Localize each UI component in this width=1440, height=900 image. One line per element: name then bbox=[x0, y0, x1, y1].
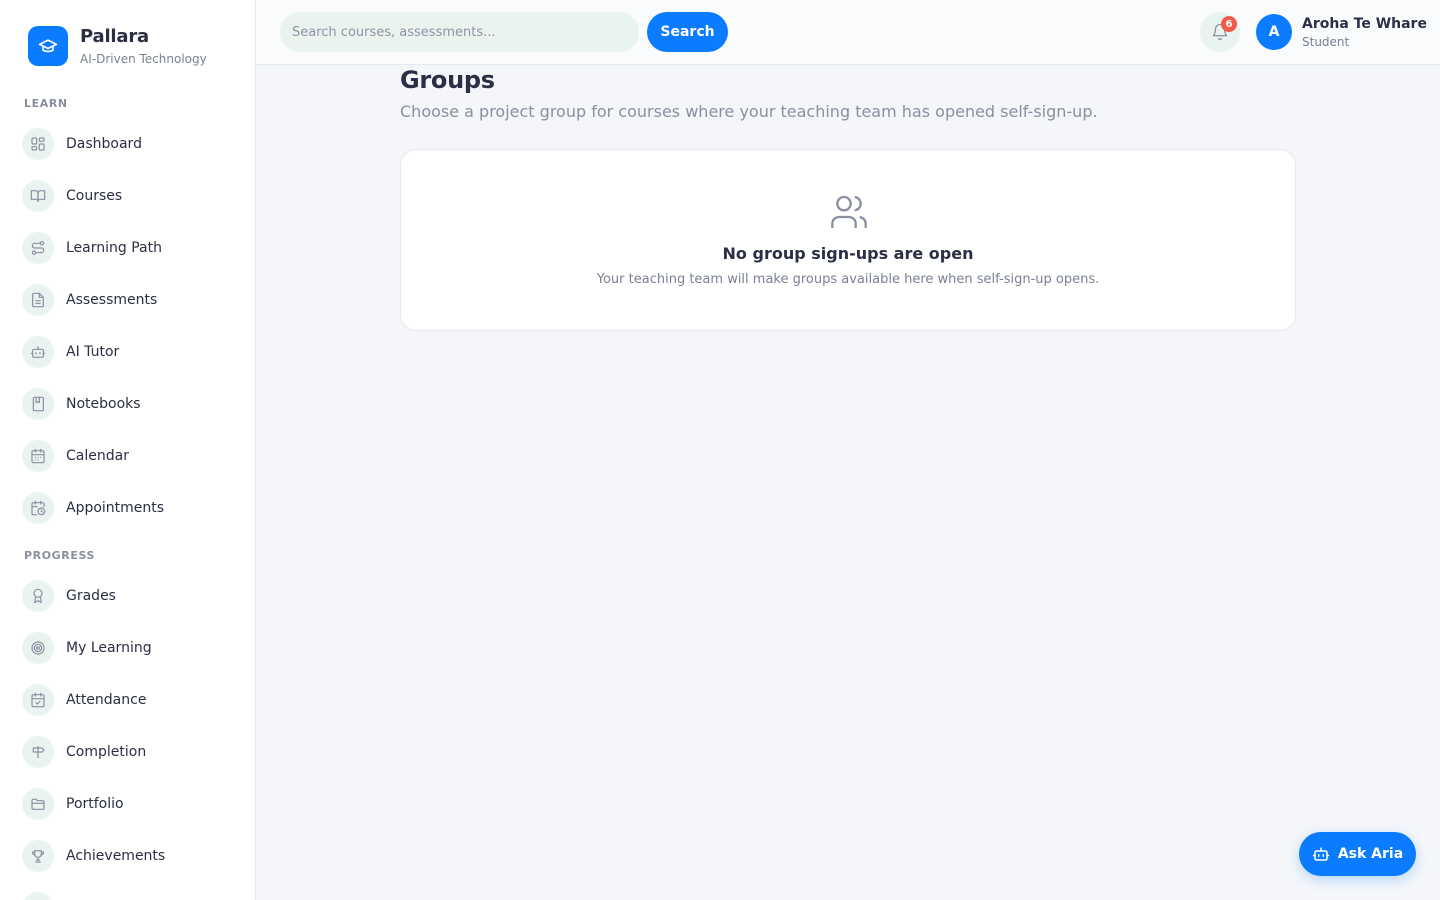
empty-state-card: No group sign-ups are open Your teaching… bbox=[400, 149, 1296, 331]
sidebar-item-label: Completion bbox=[66, 744, 147, 760]
calendar-check-icon bbox=[22, 684, 54, 716]
section-label-learn: LEARN bbox=[24, 97, 68, 110]
sidebar-item-label: Portfolio bbox=[66, 796, 124, 812]
notification-count-badge: 6 bbox=[1221, 16, 1237, 32]
sidebar-item-completion[interactable]: Completion bbox=[22, 735, 242, 769]
calendar-clock-icon bbox=[22, 492, 54, 524]
sidebar-item-appointments[interactable]: Appointments bbox=[22, 491, 242, 525]
brand-tagline: AI-Driven Technology bbox=[80, 52, 207, 66]
robot-icon bbox=[1312, 847, 1330, 861]
sidebar-item-label: Appointments bbox=[66, 500, 165, 516]
empty-state-title: No group sign-ups are open bbox=[722, 244, 974, 263]
brand[interactable]: Pallara AI-Driven Technology bbox=[28, 26, 207, 66]
search-button[interactable]: Search bbox=[647, 12, 728, 52]
sidebar-item-label: Assessments bbox=[66, 292, 158, 308]
sidebar-item-label: Achievements bbox=[66, 848, 166, 864]
notifications-button[interactable]: 6 bbox=[1200, 12, 1240, 52]
sidebar-item-more[interactable] bbox=[22, 891, 242, 900]
sidebar-item-grades[interactable]: Grades bbox=[22, 579, 242, 613]
notebook-icon bbox=[22, 388, 54, 420]
folder-icon bbox=[22, 788, 54, 820]
users-icon bbox=[829, 192, 869, 236]
empty-state-text: Your teaching team will make groups avai… bbox=[596, 272, 1100, 287]
sidebar-item-label: Learning Path bbox=[66, 240, 162, 256]
sidebar-item-learning-path[interactable]: Learning Path bbox=[22, 231, 242, 265]
target-icon bbox=[22, 632, 54, 664]
sidebar-item-label: Grades bbox=[66, 588, 116, 604]
app: Pallara AI-Driven Technology LEARN Dashb… bbox=[0, 0, 1440, 900]
user-name: Aroha Te Whare bbox=[1302, 15, 1427, 32]
topbar: Search 6 A Aroha Te Whare Student bbox=[256, 0, 1440, 65]
sidebar-item-label: AI Tutor bbox=[66, 344, 120, 360]
route-icon bbox=[22, 232, 54, 264]
sidebar-item-label: Courses bbox=[66, 188, 123, 204]
robot-icon bbox=[22, 336, 54, 368]
sidebar-item-label: My Learning bbox=[66, 640, 152, 656]
page-subtitle: Choose a project group for courses where… bbox=[400, 102, 1098, 121]
sidebar-item-notebooks[interactable]: Notebooks bbox=[22, 387, 242, 421]
sidebar-item-attendance[interactable]: Attendance bbox=[22, 683, 242, 717]
more-icon bbox=[22, 892, 54, 900]
avatar: A bbox=[1256, 14, 1292, 50]
dashboard-icon bbox=[22, 128, 54, 160]
ask-aria-button[interactable]: Ask Aria bbox=[1299, 832, 1416, 876]
user-menu[interactable]: A Aroha Te Whare Student bbox=[1256, 14, 1427, 50]
search-input[interactable] bbox=[280, 12, 639, 52]
sidebar-item-dashboard[interactable]: Dashboard bbox=[22, 127, 242, 161]
sidebar-item-ai-tutor[interactable]: AI Tutor bbox=[22, 335, 242, 369]
sidebar: Pallara AI-Driven Technology LEARN Dashb… bbox=[0, 0, 256, 900]
sidebar-item-assessments[interactable]: Assessments bbox=[22, 283, 242, 317]
trophy-icon bbox=[22, 840, 54, 872]
sidebar-item-calendar[interactable]: Calendar bbox=[22, 439, 242, 473]
user-role: Student bbox=[1302, 34, 1350, 49]
sidebar-item-label: Attendance bbox=[66, 692, 147, 708]
brand-name: Pallara bbox=[80, 26, 149, 47]
sidebar-item-label: Calendar bbox=[66, 448, 129, 464]
sidebar-item-label: Dashboard bbox=[66, 136, 142, 152]
ask-aria-label: Ask Aria bbox=[1337, 846, 1404, 862]
sidebar-item-label: Notebooks bbox=[66, 396, 141, 412]
award-icon bbox=[22, 580, 54, 612]
document-icon bbox=[22, 284, 54, 316]
signpost-icon bbox=[22, 736, 54, 768]
sidebar-item-portfolio[interactable]: Portfolio bbox=[22, 787, 242, 821]
sidebar-item-achievements[interactable]: Achievements bbox=[22, 839, 242, 873]
book-open-icon bbox=[22, 180, 54, 212]
section-label-progress: PROGRESS bbox=[24, 549, 96, 562]
sidebar-item-my-learning[interactable]: My Learning bbox=[22, 631, 242, 665]
calendar-icon bbox=[22, 440, 54, 472]
page-title: Groups bbox=[400, 66, 495, 94]
sidebar-item-courses[interactable]: Courses bbox=[22, 179, 242, 213]
graduation-cap-icon bbox=[28, 26, 68, 66]
